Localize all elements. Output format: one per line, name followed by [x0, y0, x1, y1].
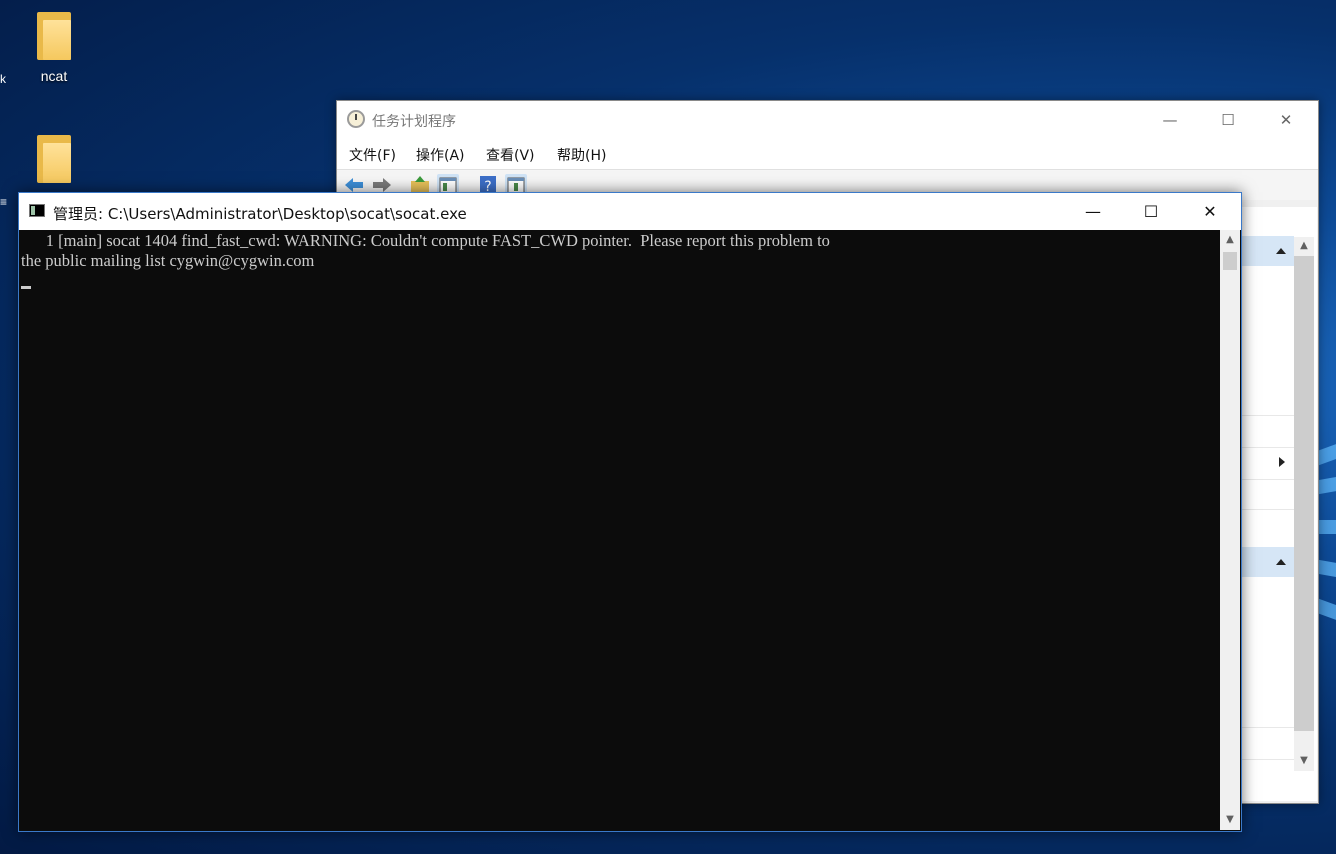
text-cursor: [21, 286, 31, 289]
console-window: 管理员: C:\Users\Administrator\Desktop\soca…: [18, 192, 1242, 832]
scroll-down-arrow-icon[interactable]: ▼: [1294, 752, 1314, 770]
menu-action[interactable]: 操作(A): [416, 145, 465, 165]
console-scrollbar-thumb[interactable]: [1223, 252, 1237, 270]
offscreen-icon-fragment: ≡: [0, 195, 8, 209]
actions-section-header[interactable]: [1241, 236, 1294, 266]
folder-icon: [37, 135, 71, 183]
desktop-icon-label: ncat: [40, 68, 68, 84]
divider: [1241, 509, 1294, 510]
console-output[interactable]: 1 [main] socat 1404 find_fast_cwd: WARNI…: [19, 230, 1219, 830]
menu-file[interactable]: 文件(F): [349, 145, 396, 165]
title-bar[interactable]: 管理员: C:\Users\Administrator\Desktop\soca…: [19, 193, 1241, 230]
minimize-button[interactable]: —: [1064, 193, 1122, 230]
submenu-arrow-icon[interactable]: [1279, 457, 1285, 467]
menu-view[interactable]: 查看(V): [486, 145, 535, 165]
close-button[interactable]: ✕: [1257, 101, 1315, 139]
close-button[interactable]: ✕: [1181, 193, 1239, 230]
title-bar[interactable]: 任务计划程序 — ☐ ✕: [337, 101, 1318, 139]
window-title: 管理员: C:\Users\Administrator\Desktop\soca…: [53, 205, 467, 223]
maximize-button[interactable]: ☐: [1122, 193, 1180, 230]
collapse-up-icon[interactable]: [1276, 248, 1286, 254]
minimize-button[interactable]: —: [1141, 101, 1199, 139]
divider: [1241, 759, 1294, 760]
actions-scrollbar-thumb[interactable]: [1294, 256, 1314, 731]
divider: [1241, 415, 1294, 416]
scroll-up-arrow-icon[interactable]: ▲: [1220, 230, 1240, 250]
console-icon: [29, 204, 45, 217]
console-line: the public mailing list cygwin@cygwin.co…: [21, 251, 315, 270]
offscreen-icon-fragment: k: [0, 72, 6, 86]
maximize-button[interactable]: ☐: [1199, 101, 1257, 139]
scroll-down-arrow-icon[interactable]: ▼: [1220, 810, 1240, 830]
divider: [1241, 447, 1294, 448]
clock-icon: [347, 110, 365, 128]
collapse-up-icon[interactable]: [1276, 559, 1286, 565]
folder-icon: [37, 12, 71, 60]
divider: [1241, 479, 1294, 480]
window-title: 任务计划程序: [372, 114, 456, 130]
menu-bar: 文件(F) 操作(A) 查看(V) 帮助(H): [337, 139, 1318, 170]
desktop-icon-folder[interactable]: [14, 135, 94, 183]
desktop: k ≡ ncat 任务计划程序 — ☐ ✕ 文件(F) 操作(A) 查看(V) …: [0, 0, 1336, 854]
console-scrollbar[interactable]: ▲ ▼: [1220, 230, 1240, 830]
desktop-icon-ncat[interactable]: ncat: [14, 12, 94, 84]
console-line: 1 [main] socat 1404 find_fast_cwd: WARNI…: [21, 231, 830, 250]
menu-help[interactable]: 帮助(H): [557, 145, 606, 165]
actions-section-header[interactable]: [1241, 547, 1294, 577]
scroll-up-arrow-icon[interactable]: ▲: [1294, 237, 1314, 255]
divider: [1241, 727, 1294, 728]
